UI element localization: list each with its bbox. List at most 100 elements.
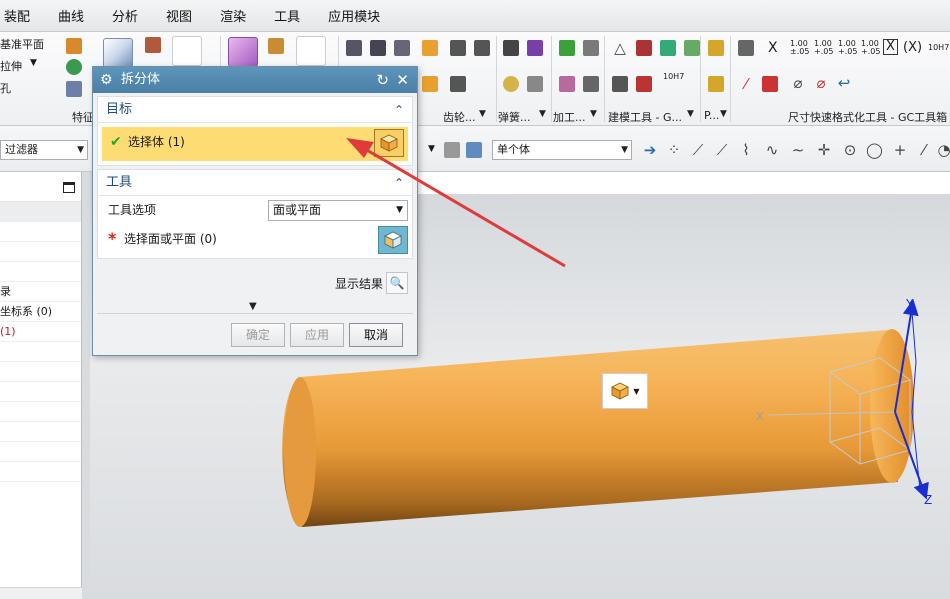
select-body-icon[interactable] — [444, 142, 460, 158]
select-body-button[interactable] — [374, 129, 404, 157]
magnifier-icon[interactable]: 🔍 — [386, 272, 408, 294]
dim-slash-2-icon[interactable] — [762, 76, 778, 92]
filter-dropdown-icon[interactable]: ▼ — [428, 144, 435, 154]
snap-more-icon[interactable]: ◔ — [936, 142, 950, 158]
note-icon[interactable] — [636, 76, 652, 92]
machining-2-icon[interactable] — [583, 40, 599, 56]
group-p-dropdown-icon[interactable]: ▼ — [720, 109, 727, 119]
dialog-title-bar[interactable]: ⚙ 拆分体 ↻ ✕ — [93, 67, 417, 93]
edit-icon[interactable] — [684, 40, 700, 56]
navigator-row[interactable] — [0, 342, 81, 362]
apply-button[interactable]: 应用 — [290, 323, 344, 347]
navigator-row[interactable] — [0, 402, 81, 422]
machining-3-icon[interactable] — [559, 76, 575, 92]
cylinder-feature-icon[interactable] — [66, 59, 82, 75]
menu-assembly[interactable]: 装配 — [0, 6, 44, 25]
gear-icon[interactable]: ⚙ — [100, 67, 113, 93]
snap-cross-icon[interactable]: ✛ — [816, 142, 832, 158]
dim-slash-icon[interactable]: ⁄ — [738, 76, 754, 92]
select-face-button[interactable] — [378, 226, 408, 254]
menu-curve[interactable]: 曲线 — [44, 6, 98, 25]
tool-section-header[interactable]: 工具 ⌃ — [98, 170, 412, 196]
target-section-header[interactable]: 目标 ⌃ — [98, 97, 412, 123]
mirror-icon[interactable] — [370, 40, 386, 56]
tolerance-3[interactable]: 1.00 +.05 — [838, 40, 857, 56]
menu-tools[interactable]: 工具 — [260, 6, 314, 25]
table-edit-icon[interactable] — [660, 40, 676, 56]
menu-application[interactable]: 应用模块 — [314, 6, 394, 25]
snap-slash-icon[interactable]: ⁄ — [916, 142, 932, 158]
close-icon[interactable]: ✕ — [396, 67, 409, 93]
offset-face-icon[interactable] — [268, 38, 284, 54]
trim-icon[interactable] — [450, 76, 466, 92]
collapse-icon[interactable]: ⌃ — [394, 97, 404, 123]
tool-option-select[interactable]: 面或平面 ▼ — [268, 200, 408, 221]
extrude-dropdown-icon[interactable]: ▼ — [30, 58, 37, 68]
cancel-button[interactable]: 取消 — [349, 323, 403, 347]
cylinder-left-end[interactable] — [284, 377, 316, 527]
p-tool-2-icon[interactable] — [708, 76, 724, 92]
navigator-row[interactable]: (1) — [0, 322, 81, 342]
move-face-icon[interactable] — [228, 37, 258, 67]
triangle-icon[interactable]: △ — [612, 40, 628, 56]
navigator-row[interactable] — [0, 442, 81, 462]
sew-icon[interactable] — [394, 40, 410, 56]
x-box-label[interactable]: X — [883, 39, 898, 55]
snap-center-icon[interactable]: ⊙ — [842, 142, 858, 158]
navigator-row[interactable] — [0, 222, 81, 242]
snap-wave-icon[interactable]: ∼ — [790, 142, 806, 158]
extrude-button[interactable]: 拉伸 — [0, 58, 22, 74]
dimension-tool-icon[interactable] — [738, 40, 754, 56]
diameter-2-icon[interactable]: ⌀ — [813, 75, 829, 91]
menu-render[interactable]: 渲染 — [206, 6, 260, 25]
maximize-icon[interactable] — [63, 182, 75, 193]
arrow-right-icon[interactable]: ➔ — [642, 142, 658, 158]
navigator-row[interactable] — [0, 462, 81, 482]
x-label[interactable]: X — [768, 40, 778, 56]
diameter-icon[interactable]: ⌀ — [790, 75, 806, 91]
link-icon[interactable] — [422, 40, 438, 56]
group-machining-dropdown-icon[interactable]: ▼ — [590, 109, 597, 119]
ok-button[interactable]: 确定 — [231, 323, 285, 347]
collapse-icon[interactable]: ⌃ — [394, 170, 404, 196]
disc-spring-icon[interactable] — [503, 76, 519, 92]
navigator-row[interactable] — [0, 262, 81, 282]
navigator-row[interactable] — [0, 242, 81, 262]
navigator-scrollbar[interactable] — [0, 587, 82, 599]
snap-grid-icon[interactable]: ⁘ — [666, 142, 682, 158]
group-contour-dropdown-icon[interactable]: ▼ — [479, 109, 486, 119]
menu-analysis[interactable]: 分析 — [98, 6, 152, 25]
type-filter-combo[interactable]: 过滤器 ▼ — [0, 140, 88, 160]
sheet-icon[interactable] — [636, 40, 652, 56]
snap-line-2-icon[interactable]: ⟋ — [714, 142, 730, 158]
snap-spline-icon[interactable]: ∿ — [764, 142, 780, 158]
boolean-icon[interactable] — [66, 81, 82, 97]
pattern-icon[interactable] — [346, 40, 362, 56]
text-icon[interactable] — [612, 76, 628, 92]
group-spring-dropdown-icon[interactable]: ▼ — [539, 109, 546, 119]
expand-more-icon[interactable]: ▼ — [249, 301, 257, 312]
machining-4-icon[interactable] — [583, 76, 599, 92]
navigator-row[interactable] — [0, 202, 81, 222]
extract-icon[interactable] — [422, 76, 438, 92]
spring-2-icon[interactable] — [527, 40, 543, 56]
select-face-row[interactable]: * 选择面或平面 (0) — [98, 224, 412, 258]
tolerance-4[interactable]: 1.00 +.05 — [861, 40, 880, 56]
spring-icon[interactable] — [503, 40, 519, 56]
gear-contour-2-icon[interactable] — [474, 40, 490, 56]
replace-face-icon[interactable] — [296, 36, 326, 66]
navigator-row[interactable]: 坐标系 (0) — [0, 302, 81, 322]
select-solid-icon[interactable] — [466, 142, 482, 158]
reset-icon[interactable]: ↻ — [376, 67, 389, 93]
block-feature-icon[interactable] — [66, 38, 82, 54]
navigator-row[interactable] — [0, 382, 81, 402]
tolerance-2[interactable]: 1.00 +.05 — [814, 40, 833, 56]
machining-check-icon[interactable] — [559, 40, 575, 56]
menu-view[interactable]: 视图 — [152, 6, 206, 25]
gear-contour-icon[interactable] — [450, 40, 466, 56]
body-scope-combo[interactable]: 单个体 ▼ — [492, 140, 632, 160]
navigator-row[interactable] — [0, 362, 81, 382]
datum-plane-button[interactable]: 基准平面 — [0, 36, 44, 52]
fit-label[interactable]: 10H7 — [663, 72, 684, 81]
snap-curve-icon[interactable]: ⌇ — [738, 142, 754, 158]
